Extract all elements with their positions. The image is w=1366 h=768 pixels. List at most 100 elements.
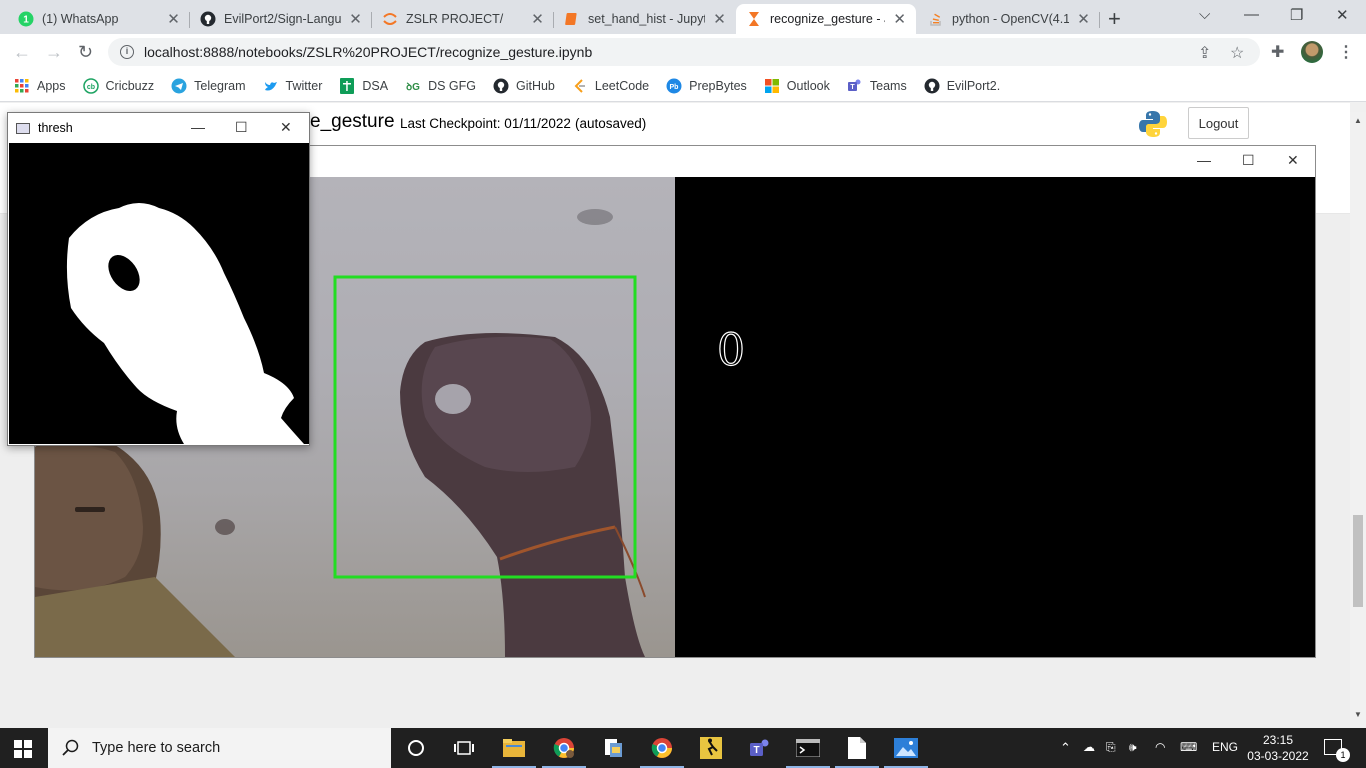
cricbuzz-icon: cb [82, 77, 99, 94]
github-icon [493, 78, 509, 94]
bookmark-label: Outlook [786, 78, 830, 93]
wifi-icon[interactable]: ◠ [1155, 740, 1165, 754]
url-text: localhost:8888/notebooks/ZSLR%20PROJECT/… [144, 44, 593, 60]
back-arrow-icon[interactable]: ← [13, 42, 31, 63]
close-tab-icon[interactable]: ✕ [1077, 10, 1090, 28]
profile-avatar[interactable] [1301, 41, 1323, 63]
tab-whatsapp[interactable]: 1 (1) WhatsApp ✕ [8, 4, 190, 34]
notification-center-icon[interactable]: 1 [1324, 739, 1350, 762]
page-scrollbar[interactable]: ▲ ▼ [1350, 112, 1366, 728]
scrollbar-thumb[interactable] [1353, 515, 1363, 607]
close-window-button[interactable]: ✕ [1287, 152, 1299, 169]
teams-icon[interactable]: T [748, 736, 772, 760]
chrome-icon[interactable] [640, 736, 684, 768]
search-icon [62, 739, 79, 756]
close-tab-icon[interactable]: ✕ [167, 10, 180, 28]
bookmark-telegram[interactable]: Telegram [171, 78, 246, 94]
reload-icon[interactable]: ↻ [78, 42, 93, 63]
scroll-down-arrow-icon[interactable]: ▼ [1354, 710, 1362, 719]
bookmark-star-icon[interactable]: ☆ [1230, 43, 1244, 63]
tab-title: python - OpenCV(4.1. [952, 12, 1070, 26]
tab-set-hand-hist[interactable]: set_hand_hist - Jupyte ✕ [554, 4, 736, 34]
bookmark-apps[interactable]: Apps [14, 78, 66, 94]
input-language[interactable]: ENG [1212, 740, 1238, 754]
bookmark-label: DS GFG [428, 78, 476, 93]
thresh-titlebar[interactable]: thresh — ☐ ✕ [8, 113, 309, 143]
site-info-icon[interactable]: i [120, 45, 134, 59]
address-bar[interactable]: i localhost:8888/notebooks/ZSLR%20PROJEC… [108, 38, 1260, 66]
dsa-sheet-icon [339, 77, 355, 94]
tab-recognize-gesture[interactable]: recognize_gesture - Ju ✕ [736, 4, 916, 34]
prepbytes-icon: Pb [666, 78, 682, 94]
maximize-window-button[interactable]: ☐ [1242, 152, 1255, 169]
photos-icon[interactable] [884, 736, 928, 768]
svg-text:T: T [850, 84, 855, 91]
system-clock[interactable]: 23:15 03-03-2022 [1243, 732, 1313, 764]
tray-overflow-chevron-icon[interactable]: ⌃ [1060, 740, 1071, 756]
keyboard-icon[interactable]: ⌨ [1180, 740, 1197, 754]
tab-opencv-stackoverflow[interactable]: python - OpenCV(4.1. ✕ [918, 4, 1100, 34]
document-icon[interactable] [835, 736, 879, 768]
github-icon [924, 78, 940, 94]
bookmark-outlook[interactable]: Outlook [764, 78, 830, 94]
bookmark-label: GitHub [515, 78, 555, 93]
prediction-panel: 0 [675, 177, 1315, 657]
tab-zslr-project[interactable]: ZSLR PROJECT/ ✕ [372, 4, 554, 34]
close-browser-button[interactable]: ✕ [1336, 6, 1349, 24]
bookmark-label: PrepBytes [689, 78, 747, 93]
onedrive-cloud-icon[interactable]: ☁ [1083, 740, 1095, 754]
close-tab-icon[interactable]: ✕ [531, 10, 544, 28]
close-tab-icon[interactable]: ✕ [349, 10, 362, 28]
task-view-icon[interactable] [452, 736, 476, 760]
bookmark-label: EvilPort2. [946, 78, 1001, 93]
restore-browser-button[interactable]: ❐ [1290, 6, 1303, 24]
file-explorer-icon[interactable] [492, 736, 536, 768]
thresh-title: thresh [38, 121, 73, 135]
app-runner-icon[interactable] [699, 736, 723, 760]
tab-github-sign-language[interactable]: EvilPort2/Sign-Langua ✕ [190, 4, 372, 34]
bookmark-ds-gfg[interactable]: ꝺG DS GFG [405, 78, 476, 94]
minimize-window-button[interactable]: — [191, 119, 205, 135]
bookmark-label: Telegram [194, 78, 246, 93]
tab-search-chevron-icon[interactable]: ⌵ [1199, 6, 1210, 23]
apps-grid-icon [14, 78, 30, 94]
network-usb-icon[interactable]: ⎘ [1106, 740, 1116, 755]
window-app-icon [16, 122, 30, 134]
close-window-button[interactable]: ✕ [280, 119, 292, 136]
bookmark-evilport2[interactable]: EvilPort2. [924, 78, 1001, 94]
gfg-icon: ꝺG [406, 81, 420, 93]
cortana-icon[interactable] [404, 736, 428, 760]
bookmark-prepbytes[interactable]: Pb PrepBytes [666, 78, 747, 94]
notepad-files-icon[interactable] [601, 736, 625, 760]
forward-arrow-icon[interactable]: → [45, 42, 63, 63]
close-tab-icon[interactable]: ✕ [893, 10, 906, 28]
minimize-window-button[interactable]: — [1197, 152, 1211, 168]
hourglass-icon [746, 11, 762, 27]
taskbar-search-box[interactable]: Type here to search [48, 728, 391, 768]
browser-menu-icon[interactable]: ⋮ [1338, 42, 1354, 62]
teams-icon: T [847, 78, 863, 94]
clock-time: 23:15 [1262, 733, 1294, 747]
bookmark-teams[interactable]: T Teams [847, 78, 907, 94]
chrome-profile-icon[interactable] [542, 736, 586, 768]
clock-date: 03-03-2022 [1247, 749, 1309, 763]
share-icon[interactable]: ⇪ [1198, 43, 1211, 63]
terminal-icon[interactable] [786, 736, 830, 768]
bookmark-leetcode[interactable]: LeetCode [572, 78, 649, 94]
notebook-name[interactable]: e_gesture [310, 111, 395, 133]
windows-start-icon[interactable] [14, 740, 32, 758]
bookmark-cricbuzz[interactable]: cb Cricbuzz [82, 77, 154, 94]
maximize-window-button[interactable]: ☐ [235, 119, 248, 136]
new-tab-button[interactable]: + [1108, 6, 1121, 32]
volume-icon[interactable]: 🕪 [1129, 740, 1137, 755]
bookmark-github[interactable]: GitHub [493, 78, 555, 94]
minimize-browser-button[interactable]: — [1244, 6, 1259, 23]
extensions-puzzle-icon[interactable]: ✚ [1271, 42, 1284, 62]
close-tab-icon[interactable]: ✕ [713, 10, 726, 28]
bookmark-twitter[interactable]: Twitter [263, 78, 322, 94]
logout-button[interactable]: Logout [1188, 107, 1249, 139]
scroll-up-arrow-icon[interactable]: ▲ [1354, 116, 1362, 125]
bookmark-dsa[interactable]: DSA [339, 77, 388, 94]
tab-title: ZSLR PROJECT/ [406, 12, 504, 26]
bookmark-label: Teams [869, 78, 907, 93]
